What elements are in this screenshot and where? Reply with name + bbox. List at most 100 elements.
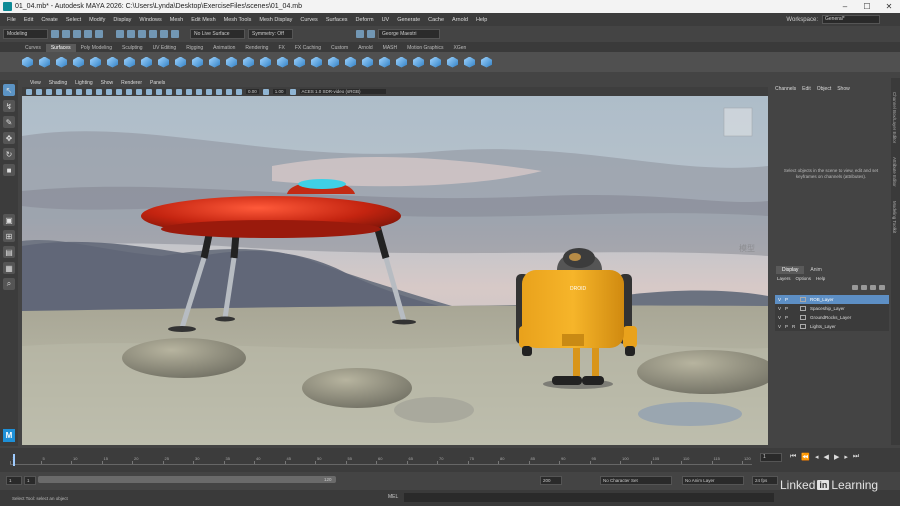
menu-generate[interactable]: Generate — [393, 17, 424, 23]
step-back-key-icon[interactable]: ⏪ — [801, 453, 810, 461]
exposure-icon[interactable] — [236, 88, 242, 95]
shelf-tab-poly-modeling[interactable]: Poly Modeling — [76, 44, 117, 52]
rotate-tool-icon[interactable]: ↻ — [3, 148, 15, 160]
close-button[interactable]: ✕ — [878, 2, 900, 11]
revolve-icon[interactable] — [158, 56, 169, 68]
layer-row-groundrocks[interactable]: V P GroundRocks_Layer — [775, 313, 889, 322]
snap-point-icon[interactable] — [171, 30, 179, 38]
animation-start-field[interactable]: 1 — [6, 476, 22, 485]
resolution-gate-icon[interactable] — [76, 88, 82, 95]
play-forward-icon[interactable]: ▶ — [834, 453, 839, 461]
move-tool-icon[interactable]: ✥ — [3, 132, 15, 144]
move-layer-up-icon[interactable] — [852, 285, 858, 290]
lasso-tool-icon[interactable]: ↯ — [3, 100, 15, 112]
layer-color-swatch[interactable] — [800, 315, 807, 320]
playback-toggle[interactable]: P — [785, 324, 788, 329]
maximize-button[interactable]: ☐ — [856, 2, 878, 11]
menu-mesh[interactable]: Mesh — [166, 17, 187, 23]
layer-menu-help[interactable]: Help — [816, 276, 825, 281]
bevel-plus-icon[interactable] — [277, 56, 288, 68]
loft-icon[interactable] — [175, 56, 186, 68]
new-scene-icon[interactable] — [51, 30, 59, 38]
nurbs-cone-icon[interactable] — [73, 56, 84, 68]
search-icon[interactable]: ⌕ — [3, 278, 15, 290]
paint-select-icon[interactable]: ✎ — [3, 116, 15, 128]
shelf-tab-motion-graphics[interactable]: Motion Graphics — [402, 44, 448, 52]
playback-toggle[interactable]: P — [785, 306, 788, 311]
anim-layer-dropdown[interactable]: No Anim Layer — [682, 476, 744, 485]
detach-surfaces-icon[interactable] — [379, 56, 390, 68]
new-layer-selected-icon[interactable] — [879, 285, 885, 290]
rebuild-surface-icon[interactable] — [447, 56, 458, 68]
layer-row-lights[interactable]: V P R Lights_Layer — [775, 322, 889, 331]
mel-toggle[interactable]: MEL — [388, 494, 398, 500]
menu-surfaces[interactable]: Surfaces — [322, 17, 352, 23]
channel-menu-edit[interactable]: Edit — [802, 86, 811, 92]
playback-toggle[interactable]: P — [785, 315, 788, 320]
ipr-render-icon[interactable] — [367, 30, 375, 38]
menu-mesh-display[interactable]: Mesh Display — [255, 17, 296, 23]
film-gate-icon[interactable] — [66, 88, 72, 95]
play-backward-icon[interactable]: ◀ — [824, 453, 829, 461]
playback-toggle[interactable]: P — [785, 297, 788, 302]
surface-edit-icon[interactable] — [481, 56, 492, 68]
shelf-tab-animation[interactable]: Animation — [208, 44, 240, 52]
sculpt-surface-icon[interactable] — [464, 56, 475, 68]
wireframe-on-shaded-icon[interactable] — [136, 88, 142, 95]
open-scene-icon[interactable] — [62, 30, 70, 38]
menu-select[interactable]: Select — [62, 17, 85, 23]
step-back-frame-icon[interactable]: ◂ — [815, 453, 819, 461]
menu-display[interactable]: Display — [109, 17, 135, 23]
step-forward-frame-icon[interactable]: ▸ — [844, 453, 848, 461]
square-surface-icon[interactable] — [260, 56, 271, 68]
trim-tool-icon[interactable] — [328, 56, 339, 68]
planar-icon[interactable] — [192, 56, 203, 68]
wireframe-icon[interactable] — [116, 88, 122, 95]
four-view-layout-icon[interactable]: ⊞ — [3, 230, 15, 242]
live-surface-field[interactable]: No Live Surface — [190, 29, 245, 39]
layer-color-swatch[interactable] — [800, 324, 807, 329]
panel-menu-lighting[interactable]: Lighting — [71, 80, 97, 86]
nurbs-sphere-icon[interactable] — [22, 56, 33, 68]
select-tool-icon[interactable]: ↖ — [3, 84, 15, 96]
side-tab-modeling-toolkit[interactable]: Modeling Toolkit — [892, 201, 897, 233]
gamma-field[interactable]: 1.00 — [272, 89, 286, 94]
panel-menu-renderer[interactable]: Renderer — [117, 80, 146, 86]
snap-curve-icon[interactable] — [160, 30, 168, 38]
menu-curves[interactable]: Curves — [296, 17, 321, 23]
nurbs-circle-icon[interactable] — [124, 56, 135, 68]
gamma-icon[interactable] — [262, 88, 269, 95]
smooth-shade-icon[interactable] — [126, 88, 132, 95]
visibility-toggle[interactable]: V — [778, 297, 781, 302]
nurbs-torus-icon[interactable] — [107, 56, 118, 68]
menu-help[interactable]: Help — [472, 17, 491, 23]
layer-menu-options[interactable]: Options — [796, 276, 812, 281]
menuset-dropdown[interactable]: Modeling — [3, 29, 48, 39]
select-by-object-icon[interactable] — [127, 30, 135, 38]
snap-grid-icon[interactable] — [149, 30, 157, 38]
undo-icon[interactable] — [84, 30, 92, 38]
bookmark-icon[interactable] — [36, 88, 42, 95]
layer-row-spaceship[interactable]: V P Spaceship_Layer — [775, 304, 889, 313]
go-to-start-icon[interactable]: ⏮ — [790, 453, 796, 461]
image-plane-icon[interactable] — [46, 88, 52, 95]
playback-start-field[interactable]: 1 — [24, 476, 36, 485]
layer-color-swatch[interactable] — [800, 306, 807, 311]
shelf-tab-fx-caching[interactable]: FX Caching — [290, 44, 326, 52]
graph-editor-layout-icon[interactable]: ▦ — [3, 262, 15, 274]
menu-edit[interactable]: Edit — [20, 17, 37, 23]
menu-cache[interactable]: Cache — [424, 17, 448, 23]
minimize-button[interactable]: – — [834, 2, 856, 11]
character-set-dropdown[interactable]: No Character Set — [600, 476, 672, 485]
shelf-tab-rigging[interactable]: Rigging — [181, 44, 208, 52]
display-type-toggle[interactable]: R — [792, 324, 796, 329]
menu-mesh-tools[interactable]: Mesh Tools — [220, 17, 256, 23]
channel-menu-channels[interactable]: Channels — [775, 86, 796, 92]
use-all-lights-icon[interactable] — [156, 88, 162, 95]
shelf-tab-custom[interactable]: Custom — [326, 44, 353, 52]
nurbs-square-icon[interactable] — [141, 56, 152, 68]
user-account-dropdown[interactable]: George Maestri — [378, 29, 440, 39]
intersect-surfaces-icon[interactable] — [311, 56, 322, 68]
redo-icon[interactable] — [95, 30, 103, 38]
panel-menu-panels[interactable]: Panels — [146, 80, 169, 86]
